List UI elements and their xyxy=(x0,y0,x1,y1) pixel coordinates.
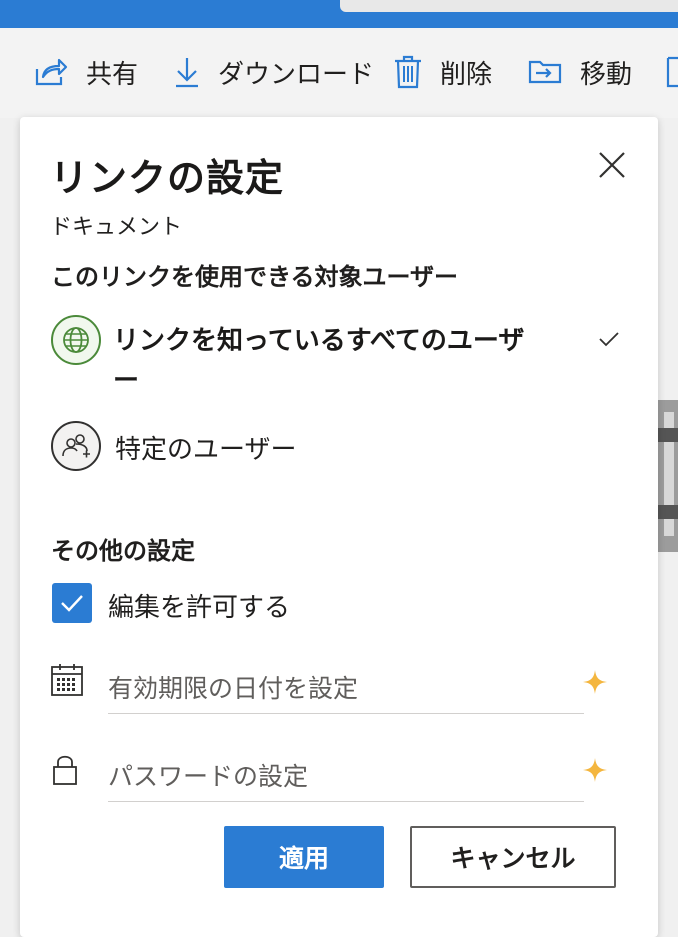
share-label: 共有 xyxy=(86,59,139,90)
background-file-thumbnail xyxy=(658,400,678,552)
password-field xyxy=(50,745,612,805)
calendar-icon xyxy=(51,664,83,696)
audience-option-icon xyxy=(51,421,101,471)
thumbnail-stripe xyxy=(658,505,678,519)
people-add-icon xyxy=(62,434,90,458)
more-command-button[interactable] xyxy=(664,44,678,100)
audience-option-specific-people[interactable]: 特定のユーザー xyxy=(51,421,631,471)
download-label: ダウンロード xyxy=(218,59,375,90)
checkmark-icon xyxy=(61,595,83,612)
delete-button[interactable]: 削除 xyxy=(394,44,492,100)
sparkle-icon xyxy=(583,670,607,694)
trash-icon xyxy=(395,55,421,89)
allow-edit-label: 編集を許可する xyxy=(108,593,291,623)
top-header-bar xyxy=(0,0,678,28)
close-icon xyxy=(599,152,625,178)
download-icon xyxy=(176,58,198,88)
lock-icon xyxy=(53,755,77,785)
link-settings-dialog: リンクの設定 ドキュメント このリンクを使用できる対象ユーザー リンクを知ってい… xyxy=(20,117,658,937)
apply-button[interactable]: 適用 xyxy=(224,826,384,888)
allow-edit-checkbox[interactable] xyxy=(52,583,92,623)
audience-option-label: リンクを知っているすべてのユーザー xyxy=(113,326,525,396)
download-button[interactable]: ダウンロード xyxy=(174,44,374,100)
expiry-date-field xyxy=(50,657,612,717)
close-button[interactable] xyxy=(594,147,630,183)
audience-option-anyone[interactable]: リンクを知っているすべてのユーザー xyxy=(51,315,631,396)
selected-check-icon xyxy=(599,332,619,347)
audience-option-icon xyxy=(51,315,101,365)
move-button[interactable]: 移動 xyxy=(528,44,632,100)
password-input[interactable] xyxy=(108,751,584,802)
move-icon xyxy=(528,60,562,84)
other-settings-heading: その他の設定 xyxy=(51,537,195,565)
sparkle-icon xyxy=(583,758,607,782)
share-button[interactable]: 共有 xyxy=(34,44,138,100)
delete-label: 削除 xyxy=(440,59,493,90)
copy-icon xyxy=(666,56,678,88)
thumbnail-stripe xyxy=(658,428,678,442)
audience-heading: このリンクを使用できる対象ユーザー xyxy=(51,263,459,291)
search-box[interactable] xyxy=(340,0,678,12)
globe-icon xyxy=(63,327,89,353)
dialog-subtitle: ドキュメント xyxy=(50,215,183,240)
cancel-button[interactable]: キャンセル xyxy=(410,826,616,888)
audience-option-label: 特定のユーザー xyxy=(115,435,297,465)
dialog-title: リンクの設定 xyxy=(50,156,285,200)
move-label: 移動 xyxy=(580,59,633,90)
share-icon xyxy=(35,58,68,86)
expiry-date-input[interactable] xyxy=(108,663,584,714)
